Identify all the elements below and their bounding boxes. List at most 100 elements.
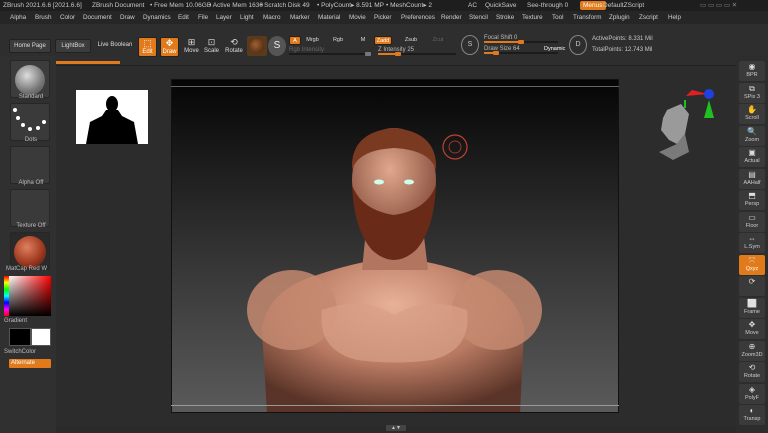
live-boolean-button[interactable]: Live Boolean — [95, 39, 135, 53]
scale-button[interactable]: ⊡ Scale — [203, 37, 220, 57]
zoom3d-label: Zoom3D — [741, 351, 763, 358]
menu-marker[interactable]: Marker — [290, 11, 310, 24]
menu-movie[interactable]: Movie — [349, 11, 366, 24]
alternate-button[interactable]: Alternate — [9, 359, 51, 368]
dots-stroke-label: Dots — [24, 137, 38, 143]
see-through-slider[interactable]: See-through 0 — [527, 0, 568, 11]
rotate-button[interactable]: ⟲ Rotate — [223, 37, 245, 57]
color-picker[interactable] — [9, 276, 51, 316]
transp-button[interactable]: ◐ Transp — [739, 405, 765, 425]
bottom-collapse-icon[interactable]: ▲▼ — [386, 425, 406, 431]
menu-light[interactable]: Light — [240, 11, 254, 24]
polyf-icon: ◈ — [748, 384, 756, 394]
m-button[interactable]: M — [358, 36, 368, 45]
spix-3-button[interactable]: ⧉ SPix 3 — [739, 82, 765, 103]
frame-icon: ⬜ — [747, 298, 757, 308]
menu-color[interactable]: Color — [60, 11, 75, 24]
axis-gizmo-icon[interactable] — [682, 86, 716, 122]
draw-button[interactable]: ✥ Draw — [160, 37, 179, 57]
material-thumb[interactable] — [10, 232, 50, 270]
lightbox-button[interactable]: LightBox — [55, 39, 91, 53]
menu-stencil[interactable]: Stencil — [469, 11, 488, 24]
l-sym-button[interactable]: ⇔ L.Sym — [739, 233, 765, 253]
dynamic-toggle[interactable]: Dynamic — [544, 46, 565, 52]
menu-transform[interactable]: Transform — [573, 11, 601, 24]
frame-label: Frame — [744, 308, 760, 315]
zoom-button[interactable]: 🔍 Zoom — [739, 125, 765, 146]
menu-dynamics[interactable]: Dynamics — [143, 11, 171, 24]
zcut-button[interactable]: Zcut — [430, 36, 446, 45]
menu-draw[interactable]: Draw — [120, 11, 135, 24]
home-page-button[interactable]: Home Page — [9, 39, 51, 53]
aahalf-button[interactable]: ▤ AAHalf — [739, 168, 765, 189]
default-zscript-button[interactable]: DefaultZScript — [603, 0, 644, 11]
menu-layer[interactable]: Layer — [216, 11, 232, 24]
rgb-button[interactable]: Rgb — [330, 36, 346, 45]
standard-brush-thumb[interactable] — [10, 60, 50, 98]
hue-strip[interactable] — [4, 276, 9, 316]
bpr-button[interactable]: ◉ BPR — [739, 61, 765, 81]
brush-thumbnail[interactable] — [247, 36, 267, 56]
brush-cursor — [442, 134, 468, 160]
app-title: ZBrush 2021.6.6 [2021.6.6] — [3, 2, 82, 9]
floor-button[interactable]: ▭ Floor — [739, 211, 765, 232]
switchcolor-label[interactable]: SwitchColor — [4, 349, 50, 355]
a-button[interactable]: A — [289, 36, 301, 45]
menus-button[interactable]: Menus — [580, 1, 606, 10]
move-button[interactable]: ⊞ Move — [183, 37, 200, 57]
zoom-label: Zoom — [744, 136, 760, 143]
window-controls-icon[interactable]: ▭ ▭ ▭ ▭ ✕ — [700, 0, 737, 11]
persp-button[interactable]: ⬒ Persp — [739, 190, 765, 210]
document-canvas[interactable] — [171, 79, 619, 413]
floor-label: Floor — [745, 222, 759, 229]
rotate-button[interactable]: ⟲ Rotate — [739, 362, 765, 382]
polyf-button[interactable]: ◈ PolyF — [739, 383, 765, 404]
rotate-icon: ⟲ — [230, 37, 238, 47]
menu-zscript[interactable]: Zscript — [639, 11, 658, 24]
secondary-color-swatch[interactable] — [31, 328, 51, 346]
draw-size-icon[interactable]: D — [569, 35, 587, 55]
move-button[interactable]: ✥ Move — [739, 319, 765, 339]
dots-stroke-thumb[interactable] — [10, 103, 50, 141]
floor-icon: ▭ — [748, 212, 756, 222]
menu-render[interactable]: Render — [441, 11, 462, 24]
gradient-label[interactable]: Gradient — [4, 318, 50, 324]
mrgb-button[interactable]: Mrgb — [304, 36, 321, 45]
stroke-thumbnail[interactable]: S — [268, 36, 286, 56]
menu-brush[interactable]: Brush — [35, 11, 51, 24]
zoom3d-button[interactable]: ⊕ Zoom3D — [739, 340, 765, 361]
menu-help[interactable]: Help — [668, 11, 681, 24]
edit-button[interactable]: ⬚ Edit — [138, 37, 157, 57]
menu-stroke[interactable]: Stroke — [496, 11, 514, 24]
menu-material[interactable]: Material — [318, 11, 340, 24]
menu-picker[interactable]: Picker — [374, 11, 392, 24]
menu-file[interactable]: File — [198, 11, 208, 24]
quicksave-button[interactable]: QuickSave — [485, 0, 516, 11]
actual-button[interactable]: ▣ Actual — [739, 147, 765, 167]
l-sym-label: L.Sym — [744, 244, 760, 250]
frame-button[interactable]: ⬜ Frame — [739, 297, 765, 318]
move-label: Move — [745, 330, 759, 336]
menu-alpha[interactable]: Alpha — [10, 11, 26, 24]
lazy-mouse-icon[interactable]: S — [461, 35, 479, 55]
menu-document[interactable]: Document — [83, 11, 112, 24]
menu-bar: Alpha Brush Color Document Draw Dynamics Edit F… — [0, 11, 768, 24]
rgb-intensity-slider[interactable]: Rgb Intensity — [289, 46, 371, 56]
edit-label: Edit — [142, 49, 153, 55]
menu-preferences[interactable]: Preferences — [401, 11, 435, 24]
zsub-button[interactable]: Zsub — [403, 36, 419, 45]
menu-macro[interactable]: Macro — [263, 11, 281, 24]
scroll-button[interactable]: ✋ Scroll — [739, 104, 765, 124]
texture-thumb[interactable] — [10, 189, 50, 227]
zadd-button[interactable]: Zadd — [374, 36, 392, 45]
menu-tool[interactable]: Tool — [552, 11, 564, 24]
gizmo-button[interactable]: ⟳ — [739, 276, 765, 296]
focal-shift-slider[interactable]: Focal Shift 0 — [484, 34, 558, 44]
z-intensity-slider[interactable]: Z Intensity 25 — [378, 46, 456, 56]
alpha-thumb[interactable] — [10, 146, 50, 184]
menu-zplugin[interactable]: Zplugin — [609, 11, 630, 24]
menu-texture[interactable]: Texture — [522, 11, 543, 24]
primary-color-swatch[interactable] — [9, 328, 31, 346]
qxyz-button[interactable]: ⤧ Qxyz — [739, 254, 765, 275]
menu-edit[interactable]: Edit — [178, 11, 189, 24]
